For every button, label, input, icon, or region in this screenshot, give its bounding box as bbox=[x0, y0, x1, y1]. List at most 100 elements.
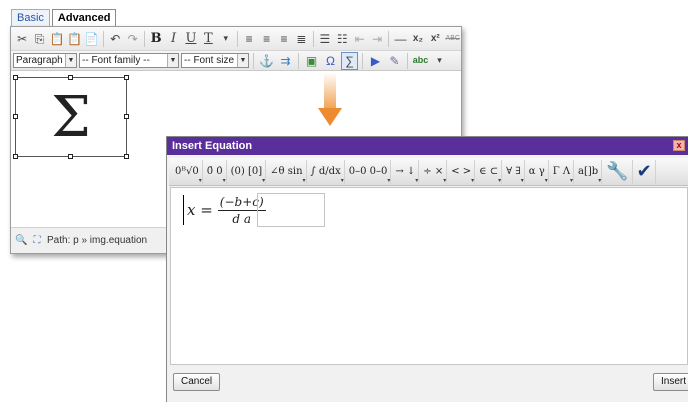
outdent-icon[interactable]: ⇤ bbox=[351, 30, 367, 48]
font-size-select[interactable]: -- Font size -- ▼ bbox=[181, 53, 249, 68]
undo-icon[interactable]: ↶ bbox=[107, 30, 123, 48]
chevron-down-icon: ▼ bbox=[237, 54, 248, 67]
resize-handle[interactable] bbox=[124, 75, 129, 80]
resize-handle[interactable] bbox=[68, 154, 73, 159]
equation-lhs: x = bbox=[187, 201, 213, 219]
math-palette-arrows[interactable]: → ↓ bbox=[392, 159, 420, 184]
close-button[interactable]: x bbox=[673, 140, 685, 151]
font-family-select-value: -- Font family -- bbox=[82, 55, 150, 66]
equation-display: x = (−b+c) d a bbox=[183, 193, 266, 227]
math-palette-spacing[interactable]: a[]b bbox=[575, 159, 603, 184]
paragraph-select-value: Paragraph bbox=[16, 55, 63, 66]
equation-editor-area[interactable]: x = (−b+c) d a bbox=[170, 187, 688, 365]
toolbar-divider bbox=[388, 30, 390, 47]
math-palette-sets[interactable]: ∈ ⊂ bbox=[476, 159, 503, 184]
formatting-toolbar: ✂ ⎘ 📋 📋 📄 ↶ ↷ B I U T ▾ ≡ ≡ ≡ ≣ ☰ ☷ ⇤ ⇥ … bbox=[11, 27, 461, 51]
math-palette-accents[interactable]: 0̄ 0̇ bbox=[204, 159, 227, 184]
math-palette-relations[interactable]: < > bbox=[448, 159, 476, 184]
special-char-button[interactable]: Ω bbox=[322, 52, 339, 70]
font-color-button[interactable]: T bbox=[200, 30, 216, 48]
bold-button[interactable]: B bbox=[148, 30, 164, 48]
dialog-title: Insert Equation bbox=[172, 140, 253, 152]
resize-handle[interactable] bbox=[124, 154, 129, 159]
insert-equation-dialog: Insert Equation x 0ᴮ√0 0̄ 0̇ (0) [0] ∠θ … bbox=[166, 136, 688, 402]
resize-handle[interactable] bbox=[68, 75, 73, 80]
toolbar-divider bbox=[312, 30, 314, 47]
math-palette-functions[interactable]: ∠θ sin bbox=[267, 159, 307, 184]
text-cursor bbox=[183, 195, 184, 225]
cleanup-icon[interactable]: ✎ bbox=[386, 52, 403, 70]
font-color-dropdown-icon[interactable]: ▾ bbox=[218, 30, 234, 48]
chevron-down-icon: ▼ bbox=[167, 54, 178, 67]
numbered-list-icon[interactable]: ☷ bbox=[334, 30, 350, 48]
spellcheck-button[interactable]: abc bbox=[412, 52, 429, 70]
equation-image[interactable]: Σ bbox=[15, 77, 127, 157]
screenshot-stage: Basic Advanced ✂ ⎘ 📋 📋 📄 ↶ ↷ B I U T ▾ ≡… bbox=[0, 0, 688, 402]
paste-text-icon[interactable]: 📋 bbox=[66, 30, 82, 48]
toolbar-divider bbox=[362, 52, 363, 69]
align-left-icon[interactable]: ≡ bbox=[241, 30, 257, 48]
strikethrough-button[interactable]: ABC bbox=[445, 30, 461, 48]
fraction-selection-box bbox=[257, 193, 325, 227]
toolbar-divider bbox=[103, 30, 105, 47]
mode-tabs: Basic Advanced bbox=[11, 9, 117, 27]
checkmark-icon[interactable]: ✔ bbox=[634, 159, 656, 184]
resize-handle[interactable] bbox=[13, 114, 18, 119]
font-size-select-value: -- Font size -- bbox=[184, 55, 244, 66]
anchor-icon[interactable]: ⚓ bbox=[258, 52, 275, 70]
math-palette-logic[interactable]: ∀ ∃ bbox=[503, 159, 525, 184]
superscript-button[interactable]: x² bbox=[427, 30, 443, 48]
cut-icon[interactable]: ✂ bbox=[14, 30, 30, 48]
align-center-icon[interactable]: ≡ bbox=[258, 30, 274, 48]
fullscreen-icon[interactable]: ⛶ bbox=[31, 235, 43, 247]
math-toolbar: 0ᴮ√0 0̄ 0̇ (0) [0] ∠θ sin ∫ d/dx 0–0 0–0… bbox=[169, 158, 688, 186]
tab-advanced[interactable]: Advanced bbox=[51, 9, 117, 27]
math-palette-calculus[interactable]: ∫ d/dx bbox=[308, 159, 345, 184]
math-palette-greek-upper[interactable]: Γ Λ bbox=[550, 159, 575, 184]
paste-word-icon[interactable]: 📄 bbox=[84, 30, 100, 48]
math-palette-brackets[interactable]: (0) [0] bbox=[228, 159, 267, 184]
align-justify-icon[interactable]: ≣ bbox=[293, 30, 309, 48]
image-icon[interactable]: ▣ bbox=[303, 52, 320, 70]
spellcheck-dropdown-icon[interactable]: ▾ bbox=[431, 52, 448, 70]
math-palette-operators[interactable]: ÷ × bbox=[420, 159, 448, 184]
indent-icon[interactable]: ⇥ bbox=[369, 30, 385, 48]
format-toolbar-row2: Paragraph ▼ -- Font family -- ▼ -- Font … bbox=[11, 51, 461, 71]
math-palette-matrices[interactable]: 0–0 0–0 bbox=[346, 159, 392, 184]
toolbar-divider bbox=[237, 30, 238, 47]
insert-button[interactable]: Insert bbox=[653, 373, 688, 391]
cancel-button[interactable]: Cancel bbox=[173, 373, 221, 391]
fraction-denominator: d a bbox=[232, 211, 252, 226]
resize-handle[interactable] bbox=[13, 75, 18, 80]
tab-basic[interactable]: Basic bbox=[11, 9, 50, 27]
toolbar-divider bbox=[298, 52, 299, 69]
down-arrow-icon bbox=[318, 72, 342, 126]
toolbar-divider bbox=[407, 52, 408, 69]
math-palette-greek-lower[interactable]: α γ bbox=[526, 159, 549, 184]
link-icon[interactable]: ⇉ bbox=[277, 52, 294, 70]
media-icon[interactable]: ▶ bbox=[367, 52, 384, 70]
element-path: Path: p » img.equation bbox=[47, 235, 148, 246]
math-palette-roots[interactable]: 0ᴮ√0 bbox=[172, 159, 203, 184]
align-right-icon[interactable]: ≡ bbox=[276, 30, 292, 48]
subscript-button[interactable]: x₂ bbox=[410, 30, 426, 48]
copy-icon[interactable]: ⎘ bbox=[31, 30, 47, 48]
resize-handle[interactable] bbox=[124, 114, 129, 119]
font-family-select[interactable]: -- Font family -- ▼ bbox=[79, 53, 179, 68]
toolbar-divider bbox=[253, 52, 254, 69]
dialog-titlebar: Insert Equation x bbox=[167, 137, 688, 155]
chevron-down-icon: ▼ bbox=[65, 54, 76, 67]
insert-equation-button[interactable]: ∑ bbox=[341, 51, 358, 70]
redo-icon[interactable]: ↷ bbox=[125, 30, 141, 48]
preview-icon[interactable]: 🔍 bbox=[15, 235, 27, 247]
paste-icon[interactable]: 📋 bbox=[49, 30, 65, 48]
bullet-list-icon[interactable]: ☰ bbox=[317, 30, 333, 48]
resize-handle[interactable] bbox=[13, 154, 18, 159]
paragraph-select[interactable]: Paragraph ▼ bbox=[13, 53, 77, 68]
toolbar-divider bbox=[143, 30, 145, 47]
wrench-icon[interactable]: 🔧 bbox=[603, 159, 633, 184]
underline-button[interactable]: U bbox=[183, 30, 199, 48]
horizontal-rule-icon[interactable]: — bbox=[392, 30, 408, 48]
italic-button[interactable]: I bbox=[165, 30, 181, 48]
dialog-footer: Cancel Insert bbox=[167, 363, 688, 402]
